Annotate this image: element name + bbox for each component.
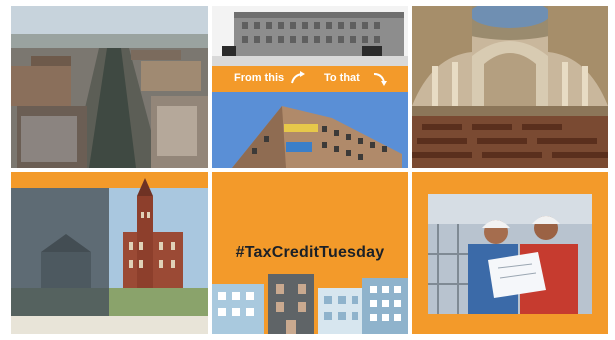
- city-hall-postcard[interactable]: [11, 172, 208, 334]
- to-that-label: To that: [324, 72, 360, 84]
- hashtag-title: #TaxCreditTuesday: [235, 244, 385, 261]
- renovated-building-photo: [212, 92, 408, 168]
- image-grid: From this To that #TaxCreditTuesday: [11, 6, 608, 334]
- city-aerial-photo[interactable]: [11, 6, 208, 168]
- capitol-chamber-photo[interactable]: [412, 6, 608, 168]
- curved-arrow-down-right-icon: [373, 73, 387, 86]
- building-before-after[interactable]: From this To that: [212, 6, 408, 168]
- old-building-photo: [212, 6, 408, 66]
- construction-workers-photo[interactable]: [412, 172, 608, 334]
- curved-arrow-up-right-icon: [291, 71, 305, 84]
- building-illustration: [212, 274, 408, 334]
- before-after-band: From this To that: [212, 66, 408, 92]
- tax-credit-tuesday-promo[interactable]: #TaxCreditTuesday: [212, 172, 408, 334]
- from-this-label: From this: [234, 72, 285, 84]
